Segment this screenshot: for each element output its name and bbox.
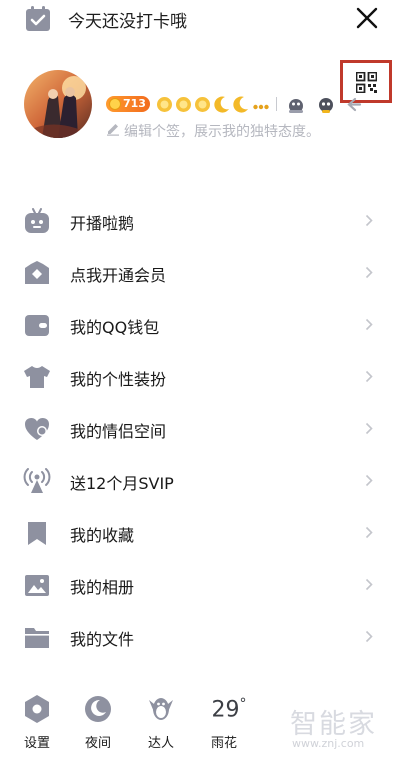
night-label: 夜间 — [84, 736, 111, 751]
badge-divider — [276, 97, 277, 111]
crown-icon — [25, 261, 49, 284]
weather-temp-value: 29 — [211, 697, 240, 723]
weather-widget[interactable]: 29° 雨花 — [199, 688, 259, 751]
chevron-right-icon — [365, 214, 373, 227]
menu-item-label: 开播啦鹅 — [70, 214, 135, 233]
menu-item-favorites[interactable]: 我的收藏 — [0, 507, 400, 559]
menu-item-dressup[interactable]: 我的个性装扮 — [0, 351, 400, 403]
chevron-right-icon — [365, 370, 373, 383]
chevron-right-icon — [365, 266, 373, 279]
menu-item-couple[interactable]: 我的情侣空间 — [0, 403, 400, 455]
menu-item-files[interactable]: 我的文件 — [0, 611, 400, 663]
pencil-icon — [107, 124, 119, 136]
menu-item-live[interactable]: 开播啦鹅 — [0, 195, 400, 247]
coin-icon — [109, 98, 121, 110]
avatar[interactable] — [24, 70, 92, 138]
chevron-right-icon — [365, 474, 373, 487]
watermark-url: www.znj.com — [292, 737, 365, 750]
watermark-text: 智能家 — [290, 709, 377, 740]
sun-badge-icon — [195, 97, 210, 112]
menu-item-label: 我的相册 — [70, 578, 135, 597]
folder-icon — [25, 628, 49, 648]
signature-edit[interactable]: 编辑个签，展示我的独特态度。 — [106, 121, 376, 140]
menu-item-label: 送12个月SVIP — [70, 474, 174, 493]
menu-item-label: 我的QQ钱包 — [70, 318, 160, 337]
menu-item-label: 点我开通会员 — [70, 266, 167, 285]
settings-icon — [25, 695, 49, 723]
menu-item-label: 我的个性装扮 — [70, 370, 167, 389]
calendar-check-icon[interactable] — [25, 6, 51, 32]
chevron-right-icon — [365, 422, 373, 435]
chevron-right-icon — [365, 526, 373, 539]
menu-item-svip[interactable]: 送12个月SVIP — [0, 455, 400, 507]
menu-item-label: 我的文件 — [70, 630, 135, 649]
menu-item-vip[interactable]: 点我开通会员 — [0, 247, 400, 299]
top-bar: 今天还没打卡哦 — [0, 0, 400, 38]
close-icon — [356, 7, 378, 29]
image-icon — [25, 575, 49, 596]
penguin-badge-icon — [289, 99, 303, 113]
menu-item-wallet[interactable]: 我的QQ钱包 — [0, 299, 400, 351]
chevron-right-icon — [365, 630, 373, 643]
chevron-right-icon — [365, 578, 373, 591]
night-mode-button[interactable]: 夜间 — [73, 688, 123, 751]
robot-badge-icon — [319, 98, 333, 113]
signature-text: 编辑个签，展示我的独特态度。 — [124, 124, 320, 140]
chevron-right-icon — [365, 318, 373, 331]
bookmark-icon — [28, 522, 46, 545]
broadcast-icon — [23, 468, 51, 493]
settings-button[interactable]: 设置 — [12, 688, 62, 751]
badges-row[interactable]: 713 — [106, 94, 368, 114]
tshirt-icon — [24, 366, 50, 388]
heart-icon — [25, 418, 49, 440]
sun-badge-icon — [176, 97, 191, 112]
menu-item-label: 我的收藏 — [70, 526, 135, 545]
arrow-badge-icon — [347, 97, 362, 112]
more-dots-icon — [253, 104, 269, 110]
weather-temp-unit: ° — [239, 696, 247, 712]
watermark: 智能家 www.znj.com — [290, 702, 398, 750]
daren-button[interactable]: 达人 — [136, 688, 186, 751]
qr-code-icon — [356, 72, 377, 93]
level-badge[interactable]: 713 — [106, 96, 150, 112]
menu-item-album[interactable]: 我的相册 — [0, 559, 400, 611]
weather-label: 雨花 — [210, 736, 237, 751]
sun-badge-icon — [157, 97, 172, 112]
checkin-text[interactable]: 今天还没打卡哦 — [68, 7, 187, 32]
moon-badge-icon — [233, 96, 248, 113]
level-number: 713 — [123, 97, 146, 110]
close-button[interactable] — [355, 6, 379, 30]
menu-item-label: 我的情侣空间 — [70, 422, 167, 441]
daren-label: 达人 — [147, 736, 174, 751]
daren-badge-icon — [149, 698, 173, 720]
weather-temp: 29° — [199, 696, 259, 722]
moon-icon — [85, 696, 111, 722]
moon-badge-icon — [214, 96, 229, 113]
wallet-icon — [25, 315, 49, 336]
settings-label: 设置 — [23, 736, 50, 751]
live-tv-icon — [25, 208, 49, 233]
